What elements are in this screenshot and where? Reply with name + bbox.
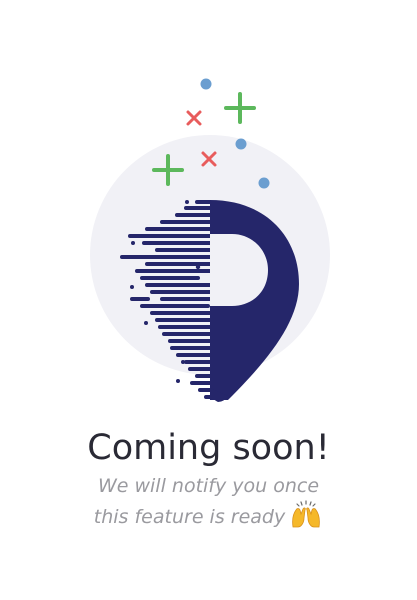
dot-icon <box>235 138 247 150</box>
dot-icon <box>200 78 212 90</box>
subtitle-message: We will notify you once this feature is … <box>0 472 417 531</box>
cross-icon <box>186 110 202 126</box>
raising-hands-icon <box>292 500 320 528</box>
page-title: Coming soon! <box>87 428 330 468</box>
subtitle-line-2-text: this feature is ready <box>93 506 286 528</box>
dot-icon <box>258 177 270 189</box>
subtitle-line-1: We will notify you once <box>97 475 320 497</box>
coming-soon-illustration <box>90 78 330 402</box>
plus-icon <box>224 92 256 124</box>
subtitle-line-2: this feature is ready <box>0 500 417 531</box>
